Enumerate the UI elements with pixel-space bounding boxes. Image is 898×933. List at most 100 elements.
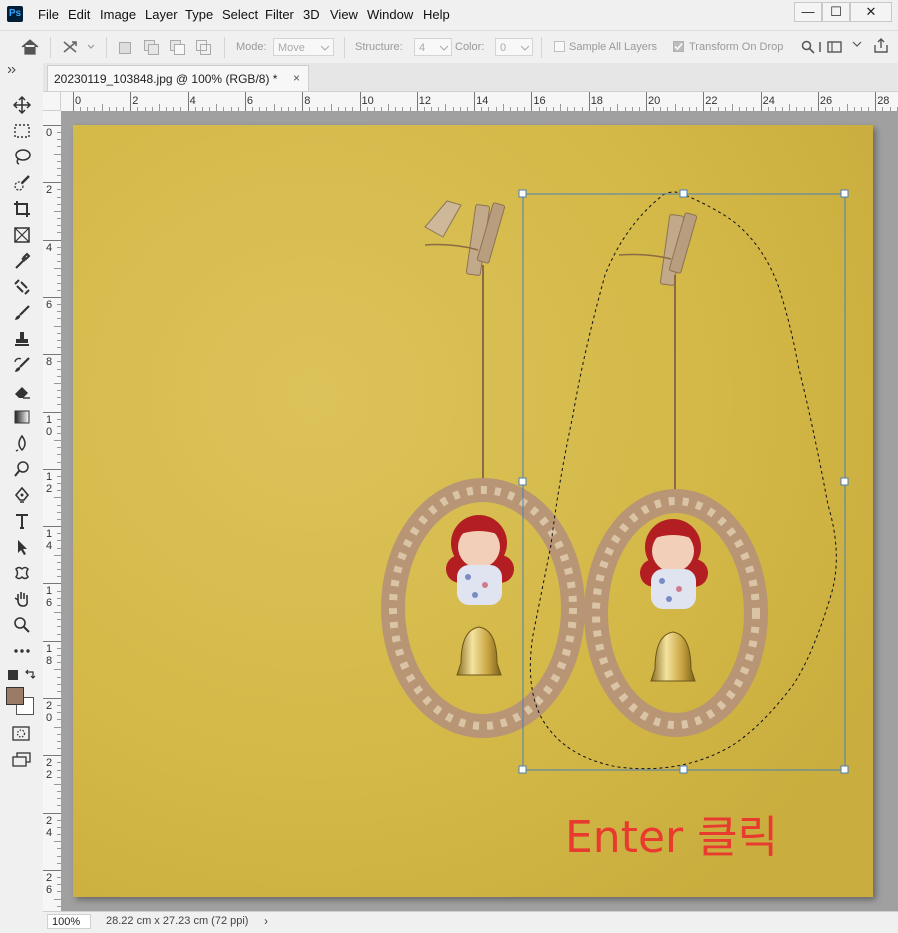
blur-tool[interactable]: [10, 432, 34, 454]
transform-handle[interactable]: [518, 189, 527, 198]
add-selection-icon[interactable]: [144, 40, 159, 55]
menu-image[interactable]: Image: [100, 7, 136, 22]
menu-bar: Ps File Edit Image Layer Type Select Fil…: [0, 0, 898, 30]
healing-tool[interactable]: [10, 276, 34, 298]
sample-all-layers-checkbox[interactable]: [554, 41, 565, 52]
menu-filter[interactable]: Filter: [265, 7, 294, 22]
frame-tool[interactable]: [10, 224, 34, 246]
transform-handle[interactable]: [679, 765, 688, 774]
color-select[interactable]: 0: [495, 38, 533, 56]
status-menu-arrow[interactable]: ›: [264, 914, 268, 928]
move-tool[interactable]: [10, 94, 34, 116]
separator: [541, 37, 542, 58]
close-window-button[interactable]: ✕: [850, 2, 892, 22]
ruler-tick: [54, 898, 61, 900]
intersect-selection-icon[interactable]: [196, 40, 211, 55]
eyedropper-icon: [15, 252, 31, 269]
menu-help[interactable]: Help: [423, 7, 450, 22]
restore-button[interactable]: ☐: [822, 2, 850, 22]
transform-handle[interactable]: [679, 189, 688, 198]
separator: [50, 37, 51, 58]
type-tool[interactable]: [10, 510, 34, 532]
pen-tool[interactable]: [10, 484, 34, 506]
ruler-tick: [54, 726, 61, 728]
transform-handle[interactable]: [840, 477, 849, 486]
lasso-tool[interactable]: [10, 146, 34, 168]
menu-edit[interactable]: Edit: [68, 7, 90, 22]
menu-view[interactable]: View: [330, 7, 358, 22]
home-icon[interactable]: [20, 38, 40, 56]
subtract-selection-icon[interactable]: [170, 40, 185, 55]
transform-on-drop-checkbox[interactable]: [673, 41, 684, 52]
shape-tool[interactable]: [10, 562, 34, 584]
crop-tool[interactable]: [10, 198, 34, 220]
more-tools[interactable]: [10, 640, 34, 662]
horizontal-ruler[interactable]: 0 2 4 6 8 10 12 14 16 18 20 22 24 26 28: [61, 92, 898, 112]
menu-type[interactable]: Type: [185, 7, 213, 22]
gradient-tool[interactable]: [10, 406, 34, 428]
swap-colors-icon[interactable]: [24, 668, 36, 680]
quick-mask-icon[interactable]: [12, 726, 32, 742]
ruler-tick: [43, 583, 61, 585]
collapse-panel-icon[interactable]: [8, 67, 18, 73]
document-canvas[interactable]: Enter 클릭: [73, 125, 873, 897]
eyedropper-tool[interactable]: [10, 250, 34, 272]
hand-tool[interactable]: [10, 588, 34, 610]
transform-handle[interactable]: [840, 189, 849, 198]
vertical-ruler[interactable]: 02468101214161820222426: [43, 111, 62, 911]
minimize-button[interactable]: —: [794, 2, 822, 22]
stamp-tool[interactable]: [10, 328, 34, 350]
ruler-tick: [130, 92, 132, 111]
search-icon[interactable]: [801, 40, 815, 54]
chevron-down-icon[interactable]: [852, 41, 862, 49]
canvas-workspace[interactable]: Enter 클릭: [61, 111, 898, 911]
close-tab-icon[interactable]: ×: [293, 71, 300, 85]
color-label: Color:: [455, 41, 485, 53]
share-icon[interactable]: [872, 37, 890, 55]
workspace-icon[interactable]: [818, 39, 844, 55]
eraser-tool[interactable]: [10, 380, 34, 402]
status-bar: 100% 28.22 cm x 27.23 cm (72 ppi) ›: [43, 911, 898, 933]
ruler-tick: [43, 755, 61, 757]
ruler-origin[interactable]: [43, 92, 61, 111]
menu-3d[interactable]: 3D: [303, 7, 320, 22]
ruler-tick: [817, 92, 819, 111]
ruler-tick: [531, 92, 533, 111]
ruler-tick: [73, 92, 74, 111]
marquee-tool[interactable]: [10, 120, 34, 142]
document-tab[interactable]: 20230119_103848.jpg @ 100% (RGB/8) * ×: [47, 65, 309, 91]
quick-selection-tool[interactable]: [10, 172, 34, 194]
zoom-level-field[interactable]: 100%: [47, 914, 91, 929]
new-selection-icon[interactable]: [119, 42, 131, 54]
transform-handle[interactable]: [518, 765, 527, 774]
separator: [106, 37, 107, 58]
content-aware-move-icon[interactable]: [62, 39, 98, 55]
ruler-tick: [43, 296, 61, 298]
tools-panel: [0, 63, 44, 932]
ruler-label: 8: [304, 95, 311, 107]
ruler-tick: [560, 104, 562, 111]
menu-select[interactable]: Select: [222, 7, 258, 22]
ruler-tick: [330, 104, 332, 111]
brush-tool[interactable]: [10, 302, 34, 324]
zoom-tool[interactable]: [10, 614, 34, 636]
screen-mode-icon[interactable]: [12, 752, 32, 768]
menu-window[interactable]: Window: [367, 7, 413, 22]
menu-layer[interactable]: Layer: [145, 7, 178, 22]
dodge-tool[interactable]: [10, 458, 34, 480]
transform-handle[interactable]: [518, 477, 527, 486]
ruler-label: 12: [418, 95, 432, 107]
default-colors-icon[interactable]: [8, 670, 18, 680]
foreground-color-swatch[interactable]: [6, 687, 24, 705]
mode-select[interactable]: Move: [273, 38, 334, 56]
structure-select[interactable]: 4: [414, 38, 452, 56]
menu-file[interactable]: File: [38, 7, 59, 22]
ruler-tick: [43, 869, 61, 871]
history-brush-tool[interactable]: [10, 354, 34, 376]
type-icon: [16, 514, 28, 529]
transform-handle[interactable]: [840, 765, 849, 774]
ruler-label: 14: [46, 528, 53, 553]
document-tabs: 20230119_103848.jpg @ 100% (RGB/8) * ×: [43, 63, 898, 92]
ruler-tick: [302, 92, 304, 111]
path-selection-tool[interactable]: [10, 536, 34, 558]
